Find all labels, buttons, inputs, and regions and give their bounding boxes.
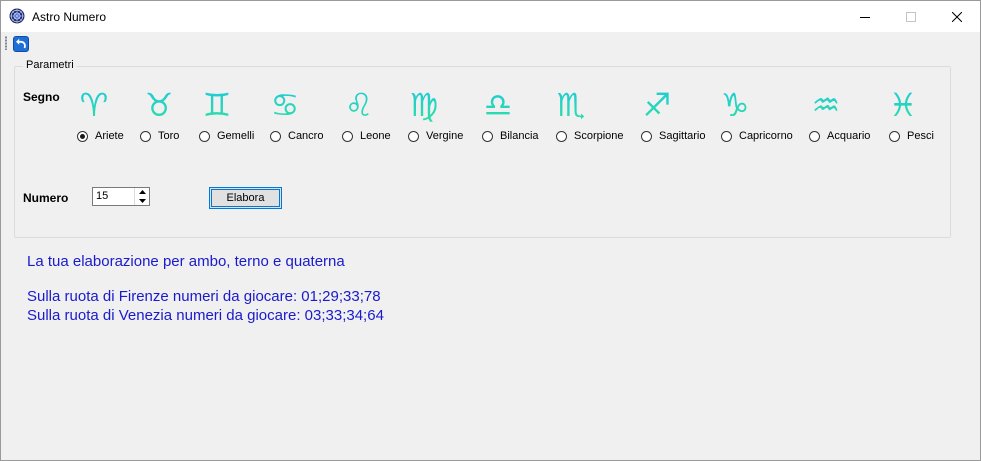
- maximize-icon: [906, 11, 916, 22]
- spin-up-button[interactable]: [135, 188, 149, 196]
- cancer-icon-glyph: ♋︎: [271, 86, 300, 123]
- aries-icon: ♈︎: [80, 86, 109, 123]
- radio-dot[interactable]: [199, 130, 210, 142]
- radio-label: Ariete: [95, 130, 124, 142]
- numero-value: 15: [96, 190, 109, 202]
- radio-dot[interactable]: [641, 130, 652, 142]
- radio-dot[interactable]: [556, 130, 567, 142]
- capricorn-icon: ♑︎: [721, 86, 750, 123]
- button-focus-border: [211, 189, 280, 207]
- gemini-icon-glyph: ♊︎: [203, 86, 232, 123]
- elabora-button[interactable]: Elabora: [209, 187, 282, 209]
- radio-label: Cancro: [288, 130, 324, 142]
- undo-arrow-icon[interactable]: [13, 36, 29, 52]
- result-line: Sulla ruota di Firenze numeri da giocare…: [27, 288, 381, 305]
- leo-icon: ♌︎: [345, 86, 374, 123]
- leo-icon-glyph: ♌︎: [345, 86, 374, 123]
- scorpio-icon-glyph: ♏︎: [557, 86, 586, 123]
- title-bar[interactable]: Astro Numero: [1, 1, 980, 32]
- aquarius-icon-glyph: ♒︎: [812, 86, 841, 123]
- spin-down-button[interactable]: [135, 197, 149, 205]
- radio-label: Sagittario: [659, 130, 706, 142]
- chevron-down-icon: [138, 199, 146, 203]
- radio-toro[interactable]: Toro: [140, 128, 179, 144]
- numero-label: Numero: [23, 191, 69, 205]
- radio-dot[interactable]: [77, 130, 88, 142]
- sagittarius-icon-glyph: ♐︎: [643, 86, 672, 123]
- libra-icon: ♎︎: [484, 86, 513, 123]
- app-window: Astro Numero Parametri Segno ♈︎ Ariete ♉︎ T…: [0, 0, 981, 461]
- radio-dot[interactable]: [140, 130, 151, 142]
- radio-vergine[interactable]: Vergine: [408, 128, 463, 144]
- radio-dot[interactable]: [482, 130, 493, 142]
- sagittarius-icon: ♐︎: [643, 86, 672, 123]
- radio-label: Vergine: [426, 130, 464, 142]
- radio-label: Pesci: [907, 130, 934, 142]
- close-button[interactable]: [934, 1, 980, 32]
- aries-icon-glyph: ♈︎: [80, 86, 109, 123]
- groupbox-legend: Parametri: [23, 59, 77, 71]
- numero-stepper[interactable]: 15: [92, 187, 150, 206]
- radio-cancro[interactable]: Cancro: [270, 128, 323, 144]
- radio-dot[interactable]: [270, 130, 281, 142]
- radio-scorpione[interactable]: Scorpione: [556, 128, 624, 144]
- taurus-icon-glyph: ♉︎: [145, 86, 174, 123]
- pisces-icon: ♓︎: [889, 86, 918, 123]
- aquarius-icon: ♒︎: [812, 86, 841, 123]
- virgo-icon: ♍︎: [410, 86, 439, 123]
- gemini-icon: ♊︎: [203, 86, 232, 123]
- astro-wheel-icon: [9, 8, 25, 24]
- taurus-icon: ♉︎: [145, 86, 174, 123]
- radio-label: Toro: [158, 130, 180, 142]
- spin-buttons: [134, 188, 149, 205]
- radio-sagittario[interactable]: Sagittario: [641, 128, 705, 144]
- chevron-up-icon: [138, 190, 146, 194]
- toolbar: [1, 32, 980, 54]
- radio-gemelli[interactable]: Gemelli: [199, 128, 254, 144]
- window-title: Astro Numero: [32, 10, 107, 24]
- radio-label: Scorpione: [574, 130, 624, 142]
- radio-bilancia[interactable]: Bilancia: [482, 128, 539, 144]
- scorpio-icon: ♏︎: [557, 86, 586, 123]
- radio-label: Capricorno: [739, 130, 793, 142]
- libra-icon-glyph: ♎︎: [484, 86, 513, 123]
- result-line: Sulla ruota di Venezia numeri da giocare…: [27, 307, 384, 324]
- radio-label: Acquario: [827, 130, 871, 142]
- radio-dot[interactable]: [721, 130, 732, 142]
- capricorn-icon-glyph: ♑︎: [721, 86, 750, 123]
- radio-label: Gemelli: [217, 130, 255, 142]
- radio-ariete[interactable]: Ariete: [77, 128, 124, 144]
- close-icon: [952, 11, 962, 22]
- radio-capricorno[interactable]: Capricorno: [721, 128, 793, 144]
- radio-dot[interactable]: [408, 130, 419, 142]
- radio-dot[interactable]: [889, 130, 900, 142]
- radio-dot[interactable]: [342, 130, 353, 142]
- virgo-icon-glyph: ♍︎: [410, 86, 439, 123]
- minimize-icon: [860, 16, 870, 18]
- pisces-icon-glyph: ♓︎: [889, 86, 918, 123]
- radio-pesci[interactable]: Pesci: [889, 128, 934, 144]
- radio-leone[interactable]: Leone: [342, 128, 391, 144]
- radio-label: Bilancia: [500, 130, 539, 142]
- radio-acquario[interactable]: Acquario: [809, 128, 870, 144]
- radio-label: Leone: [360, 130, 391, 142]
- segno-label: Segno: [23, 90, 60, 104]
- radio-dot[interactable]: [809, 130, 820, 142]
- maximize-button[interactable]: [888, 1, 934, 32]
- result-heading: La tua elaborazione per ambo, terno e qu…: [27, 253, 345, 270]
- minimize-button[interactable]: [842, 1, 888, 32]
- toolbar-grip[interactable]: [5, 36, 7, 50]
- cancer-icon: ♋︎: [271, 86, 300, 123]
